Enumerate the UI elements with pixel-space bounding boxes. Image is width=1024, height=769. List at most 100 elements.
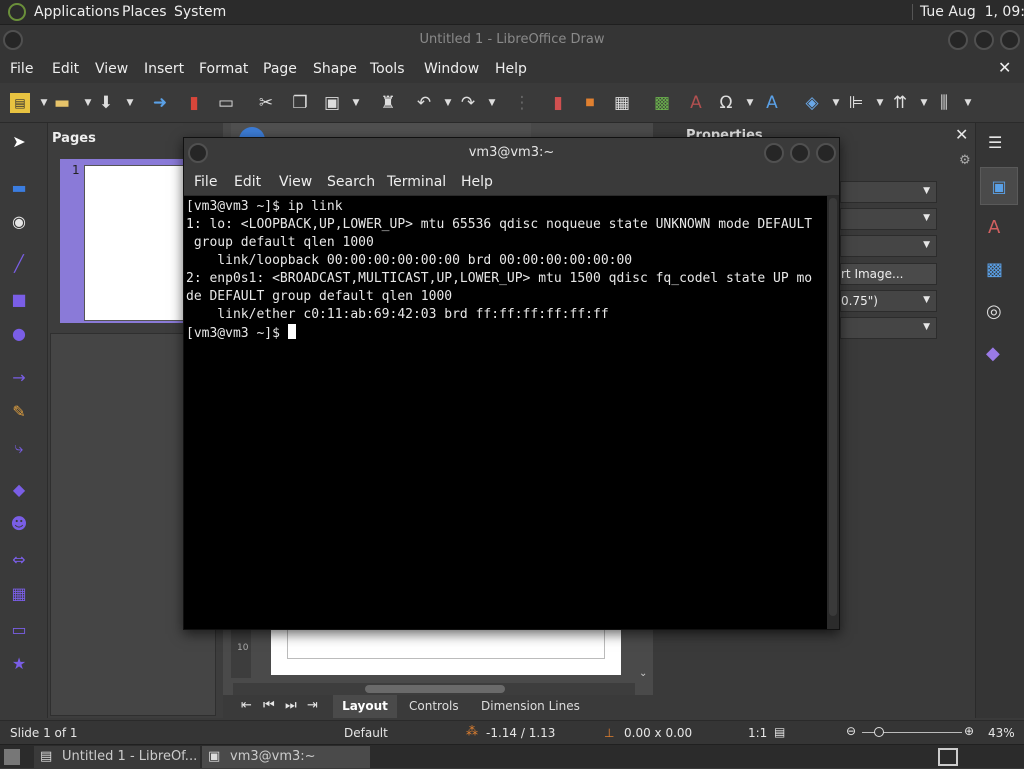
terminal-window[interactable]: vm3@vm3:~ File Edit View Search Terminal… (183, 137, 840, 630)
status-master-page[interactable]: Default (344, 726, 388, 740)
arrange-icon[interactable]: ⇈ (890, 93, 910, 113)
terminal-titlebar[interactable]: vm3@vm3:~ (184, 138, 839, 168)
block-arrows-icon[interactable]: ⇔ (8, 549, 30, 571)
tab-layout[interactable]: Layout (333, 695, 397, 718)
stars-icon[interactable]: ★ (8, 653, 30, 675)
zoom-out-icon[interactable]: ⊖ (846, 724, 856, 738)
properties-dropdown-1[interactable]: ▼ (840, 181, 937, 203)
first-page-icon[interactable]: ⇤ (241, 698, 252, 713)
sidebar-navigator-icon[interactable]: ◎ (986, 301, 1002, 322)
clone-formatting-icon[interactable]: ♜ (378, 93, 398, 113)
page-thumbnail-selected[interactable]: 1 (60, 159, 188, 323)
open-dropdown-icon[interactable]: ▼ (78, 93, 98, 113)
export-icon[interactable]: ➜ (150, 93, 170, 113)
undo-icon[interactable]: ↶ (414, 93, 434, 113)
flowchart-icon[interactable]: ▦ (8, 583, 30, 605)
panel-menu-applications[interactable]: Applications (34, 4, 120, 20)
special-character-icon[interactable]: Ω (716, 93, 736, 113)
scroll-down-icon[interactable]: ⌄ (639, 668, 647, 679)
tab-dimension-lines[interactable]: Dimension Lines (481, 699, 580, 713)
properties-dimension-dropdown[interactable]: 0.75") ▼ (840, 290, 937, 312)
terminal-minimize-button[interactable] (764, 143, 784, 163)
transformations-dropdown-icon[interactable]: ▼ (826, 93, 846, 113)
terminal-menu-terminal[interactable]: Terminal (387, 174, 446, 190)
arrow-line-tool-icon[interactable]: → (8, 367, 30, 389)
properties-dropdown-6[interactable]: ▼ (840, 317, 937, 339)
symbol-shapes-icon[interactable]: ☻ (8, 513, 30, 535)
sidebar-menu-icon[interactable]: ☰ (988, 133, 1002, 152)
line-tool-icon[interactable]: ╱ (8, 253, 30, 275)
sidebar-properties-icon[interactable]: ▣ (980, 167, 1018, 205)
redo-dropdown-icon[interactable]: ▼ (482, 93, 502, 113)
save-dropdown-icon[interactable]: ▼ (120, 93, 140, 113)
previous-page-icon[interactable]: ⏮ (263, 698, 275, 713)
lo-close-button[interactable] (1000, 30, 1020, 50)
lo-window-menu-button[interactable] (3, 30, 23, 50)
cut-icon[interactable]: ✂ (256, 93, 276, 113)
transformations-icon[interactable]: ◈ (802, 93, 822, 113)
special-character-dropdown-icon[interactable]: ▼ (740, 93, 760, 113)
terminal-window-menu-button[interactable] (188, 143, 208, 163)
undo-dropdown-icon[interactable]: ▼ (438, 93, 458, 113)
document-modified-icon[interactable]: ▤ (774, 725, 785, 739)
copy-icon[interactable]: ❐ (290, 93, 310, 113)
zoom-slider[interactable] (862, 727, 962, 737)
status-zoom[interactable]: 43% (988, 726, 1015, 740)
lo-menu-window[interactable]: Window (424, 61, 479, 77)
page-thumbnail-image[interactable] (84, 165, 184, 321)
align-icon[interactable]: ⊫ (846, 93, 866, 113)
insert-image-button[interactable]: rt Image... (840, 263, 937, 285)
panel-menu-places[interactable]: Places (122, 4, 167, 20)
lo-maximize-button[interactable] (974, 30, 994, 50)
lo-menu-format[interactable]: Format (199, 61, 248, 77)
terminal-maximize-button[interactable] (790, 143, 810, 163)
insert-text-icon[interactable]: A (762, 93, 782, 113)
lo-minimize-button[interactable] (948, 30, 968, 50)
sidebar-styles-icon[interactable]: A (988, 217, 1000, 238)
horizontal-scrollbar[interactable] (233, 683, 635, 695)
terminal-menu-file[interactable]: File (194, 174, 217, 190)
terminal-menu-help[interactable]: Help (461, 174, 493, 190)
line-color-icon[interactable]: ▬ (8, 177, 30, 199)
lo-menu-insert[interactable]: Insert (144, 61, 184, 77)
lo-menu-help[interactable]: Help (495, 61, 527, 77)
lo-menu-view[interactable]: View (95, 61, 128, 77)
last-page-icon[interactable]: ⇥ (307, 698, 318, 713)
terminal-menu-search[interactable]: Search (327, 174, 375, 190)
zoom-in-icon[interactable]: ⊕ (964, 724, 974, 738)
lo-close-document-icon[interactable]: ✕ (998, 58, 1011, 77)
tab-controls[interactable]: Controls (409, 699, 459, 713)
fill-color-icon[interactable]: ◉ (8, 211, 30, 233)
zoom-pan-icon[interactable]: ■ (580, 93, 600, 113)
distro-logo-icon[interactable] (8, 3, 26, 21)
insert-image-icon[interactable]: ▩ (652, 93, 672, 113)
fontwork-icon[interactable]: A (686, 93, 706, 113)
helplines-icon[interactable]: ▮ (548, 93, 568, 113)
panel-clock[interactable]: Tue Aug 1, 09:35 (920, 4, 1024, 20)
callouts-icon[interactable]: ▭ (8, 619, 30, 641)
lo-menu-edit[interactable]: Edit (52, 61, 79, 77)
arrange-dropdown-icon[interactable]: ▼ (914, 93, 934, 113)
export-pdf-icon[interactable]: ▮ (184, 93, 204, 113)
workspace-switcher[interactable] (938, 748, 958, 766)
new-document-icon[interactable]: ▤ (10, 93, 30, 113)
paste-dropdown-icon[interactable]: ▼ (346, 93, 366, 113)
align-dropdown-icon[interactable]: ▼ (870, 93, 890, 113)
curve-tool-icon[interactable]: ✎ (8, 401, 30, 423)
ellipse-tool-icon[interactable]: ● (8, 323, 30, 345)
paste-icon[interactable]: ▣ (322, 93, 342, 113)
properties-dropdown-3[interactable]: ▼ (840, 235, 937, 257)
distribute-dropdown-icon[interactable]: ▼ (958, 93, 978, 113)
sidebar-shapes-icon[interactable]: ◆ (986, 343, 1000, 364)
status-scale[interactable]: 1:1 (748, 726, 767, 740)
show-desktop-icon[interactable] (4, 749, 20, 765)
distribute-icon[interactable]: ⫼ (934, 93, 954, 113)
terminal-menu-view[interactable]: View (279, 174, 312, 190)
properties-dropdown-2[interactable]: ▼ (840, 208, 937, 230)
zoom-slider-thumb[interactable] (874, 727, 884, 737)
horizontal-scrollbar-thumb[interactable] (365, 685, 505, 693)
properties-close-icon[interactable]: ✕ (955, 125, 968, 144)
sidebar-gallery-icon[interactable]: ▩ (986, 259, 1003, 280)
taskbar-item-terminal[interactable]: ▣ vm3@vm3:~ (202, 746, 370, 768)
new-dropdown-icon[interactable]: ▼ (34, 93, 54, 113)
